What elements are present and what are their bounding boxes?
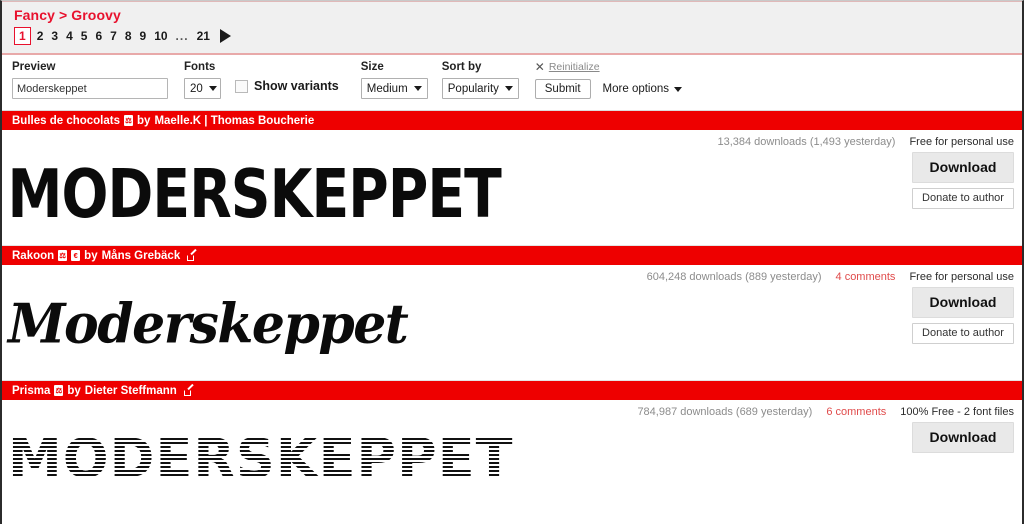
font-author-link[interactable]: Måns Grebäck	[102, 250, 181, 262]
pagination-page-6[interactable]: 6	[91, 28, 106, 44]
font-preview-area: Moderskeppet Download Donate to author	[2, 287, 1022, 380]
font-stats-row: 604,248 downloads (889 yesterday) 4 comm…	[2, 265, 1022, 287]
comments-link[interactable]: 6 comments	[826, 406, 886, 418]
comments-link[interactable]: 4 comments	[836, 271, 896, 283]
fonts-count-value: 20	[190, 82, 203, 95]
pagination-page-10[interactable]: 10	[150, 28, 171, 44]
donate-to-author-button[interactable]: Donate to author	[912, 188, 1014, 209]
font-header-bar: Prisma ⚖ by Dieter Steffmann	[2, 381, 1022, 400]
font-action-buttons: Download Donate to author	[912, 152, 1014, 209]
size-select[interactable]: Medium	[360, 78, 428, 99]
external-link-icon[interactable]	[183, 383, 194, 396]
reinitialize-link[interactable]: ✕ Reinitialize	[535, 61, 682, 73]
pagination-page-21[interactable]: 21	[193, 28, 214, 44]
show-variants-group[interactable]: Show variants	[235, 79, 339, 93]
zip-icon: ⚖	[58, 250, 68, 261]
by-prefix: by	[67, 384, 81, 397]
preview-input[interactable]	[12, 78, 168, 99]
font-preview-area: MODERSKEPPET Download	[2, 422, 1022, 512]
search-toolbar: Preview Fonts 20 Show variants Size Medi…	[2, 55, 1022, 111]
pagination-page-7[interactable]: 7	[106, 28, 121, 44]
fonts-field-group: Fonts 20	[184, 61, 221, 99]
font-name-link[interactable]: Prisma	[12, 385, 50, 397]
font-header-bar: Bulles de chocolats ⚖ by Maelle.K | Thom…	[2, 111, 1022, 130]
pagination-page-9[interactable]: 9	[136, 28, 151, 44]
more-options-dropdown[interactable]: More options	[602, 83, 683, 95]
sort-by-field-group: Sort by Popularity	[441, 61, 519, 99]
size-field-group: Size Medium	[360, 61, 428, 99]
close-x-icon: ✕	[534, 60, 545, 74]
breadcrumb-parent-fancy[interactable]: Fancy	[14, 7, 55, 23]
download-button[interactable]: Download	[912, 422, 1014, 453]
font-header-bar: Rakoon ⚖ € by Måns Grebäck	[2, 246, 1022, 265]
font-entry: Rakoon ⚖ € by Måns Grebäck 604,248 downl…	[2, 246, 1022, 380]
pagination-page-8[interactable]: 8	[121, 28, 136, 44]
font-sample-text: Moderskeppet	[8, 292, 409, 357]
chevron-down-icon	[208, 86, 217, 91]
breadcrumb-pagination-band: Fancy > Groovy 1 2 3 4 5 6 7 8 9 10 ... 21	[2, 1, 1022, 55]
font-name-link[interactable]: Rakoon	[12, 250, 54, 262]
pagination: 1 2 3 4 5 6 7 8 9 10 ... 21	[14, 26, 1012, 46]
download-button[interactable]: Download	[912, 287, 1014, 318]
pagination-page-2[interactable]: 2	[33, 28, 48, 44]
pagination-ellipsis: ...	[175, 29, 189, 43]
pagination-page-4[interactable]: 4	[62, 28, 77, 44]
font-sample-text: MODERSKEPPET	[7, 155, 502, 234]
donate-to-author-button[interactable]: Donate to author	[912, 323, 1014, 344]
font-stats-row: 13,384 downloads (1,493 yesterday) Free …	[2, 130, 1022, 152]
euro-icon: €	[71, 250, 81, 261]
pagination-page-1[interactable]: 1	[14, 27, 31, 45]
license-label: Free for personal use	[909, 271, 1014, 283]
font-entry: Prisma ⚖ by Dieter Steffmann 784,987 dow…	[2, 381, 1022, 512]
download-count: 784,987 downloads (689 yesterday)	[637, 406, 813, 418]
download-button[interactable]: Download	[912, 152, 1014, 183]
sort-by-label: Sort by	[441, 61, 482, 73]
pagination-page-3[interactable]: 3	[47, 28, 62, 44]
breadcrumb: Fancy > Groovy	[14, 7, 1012, 24]
font-sample-text: MODERSKEPPET	[2, 422, 1022, 486]
zip-icon: ⚖	[124, 115, 134, 126]
preview-field-group: Preview	[12, 61, 168, 99]
breadcrumb-current-groovy[interactable]: Groovy	[71, 7, 121, 23]
download-count: 13,384 downloads (1,493 yesterday)	[717, 136, 896, 148]
show-variants-checkbox[interactable]	[235, 79, 248, 93]
font-entry: Bulles de chocolats ⚖ by Maelle.K | Thom…	[2, 111, 1022, 245]
font-preview-area: MODERSKEPPET Download Donate to author	[2, 152, 1022, 245]
submit-button[interactable]: Submit	[534, 79, 591, 99]
fonts-label: Fonts	[184, 61, 216, 73]
font-author-link[interactable]: Maelle.K | Thomas Boucherie	[154, 115, 314, 127]
external-link-icon[interactable]	[187, 248, 197, 261]
show-variants-label: Show variants	[254, 79, 339, 93]
zip-icon: ⚖	[54, 385, 64, 396]
page-root: Fancy > Groovy 1 2 3 4 5 6 7 8 9 10 ... 21…	[0, 0, 1024, 524]
license-label: Free for personal use	[909, 136, 1014, 148]
size-value: Medium	[366, 82, 408, 95]
more-options-label: More options	[602, 83, 670, 95]
font-stats-row: 784,987 downloads (689 yesterday) 6 comm…	[2, 400, 1022, 422]
chevron-down-icon	[674, 86, 683, 92]
font-name-link[interactable]: Bulles de chocolats	[12, 115, 120, 127]
pagination-page-5[interactable]: 5	[77, 28, 92, 44]
sort-by-select[interactable]: Popularity	[441, 78, 519, 99]
font-action-buttons: Download	[912, 422, 1014, 453]
size-label: Size	[360, 61, 384, 73]
by-prefix: by	[137, 114, 151, 127]
download-count: 604,248 downloads (889 yesterday)	[646, 271, 822, 283]
actions-group: ✕ Reinitialize Submit More options	[534, 61, 683, 99]
license-label: 100% Free - 2 font files	[900, 406, 1014, 418]
fonts-count-select[interactable]: 20	[184, 78, 221, 99]
by-prefix: by	[84, 249, 98, 262]
reinitialize-label: Reinitialize	[548, 61, 600, 73]
next-arrow-icon[interactable]	[219, 29, 231, 43]
font-action-buttons: Download Donate to author	[912, 287, 1014, 344]
font-author-link[interactable]: Dieter Steffmann	[85, 385, 177, 397]
chevron-down-icon	[413, 86, 422, 91]
chevron-down-icon	[504, 86, 513, 91]
sort-by-value: Popularity	[447, 82, 499, 95]
breadcrumb-separator: >	[58, 7, 68, 23]
preview-label: Preview	[12, 61, 56, 73]
